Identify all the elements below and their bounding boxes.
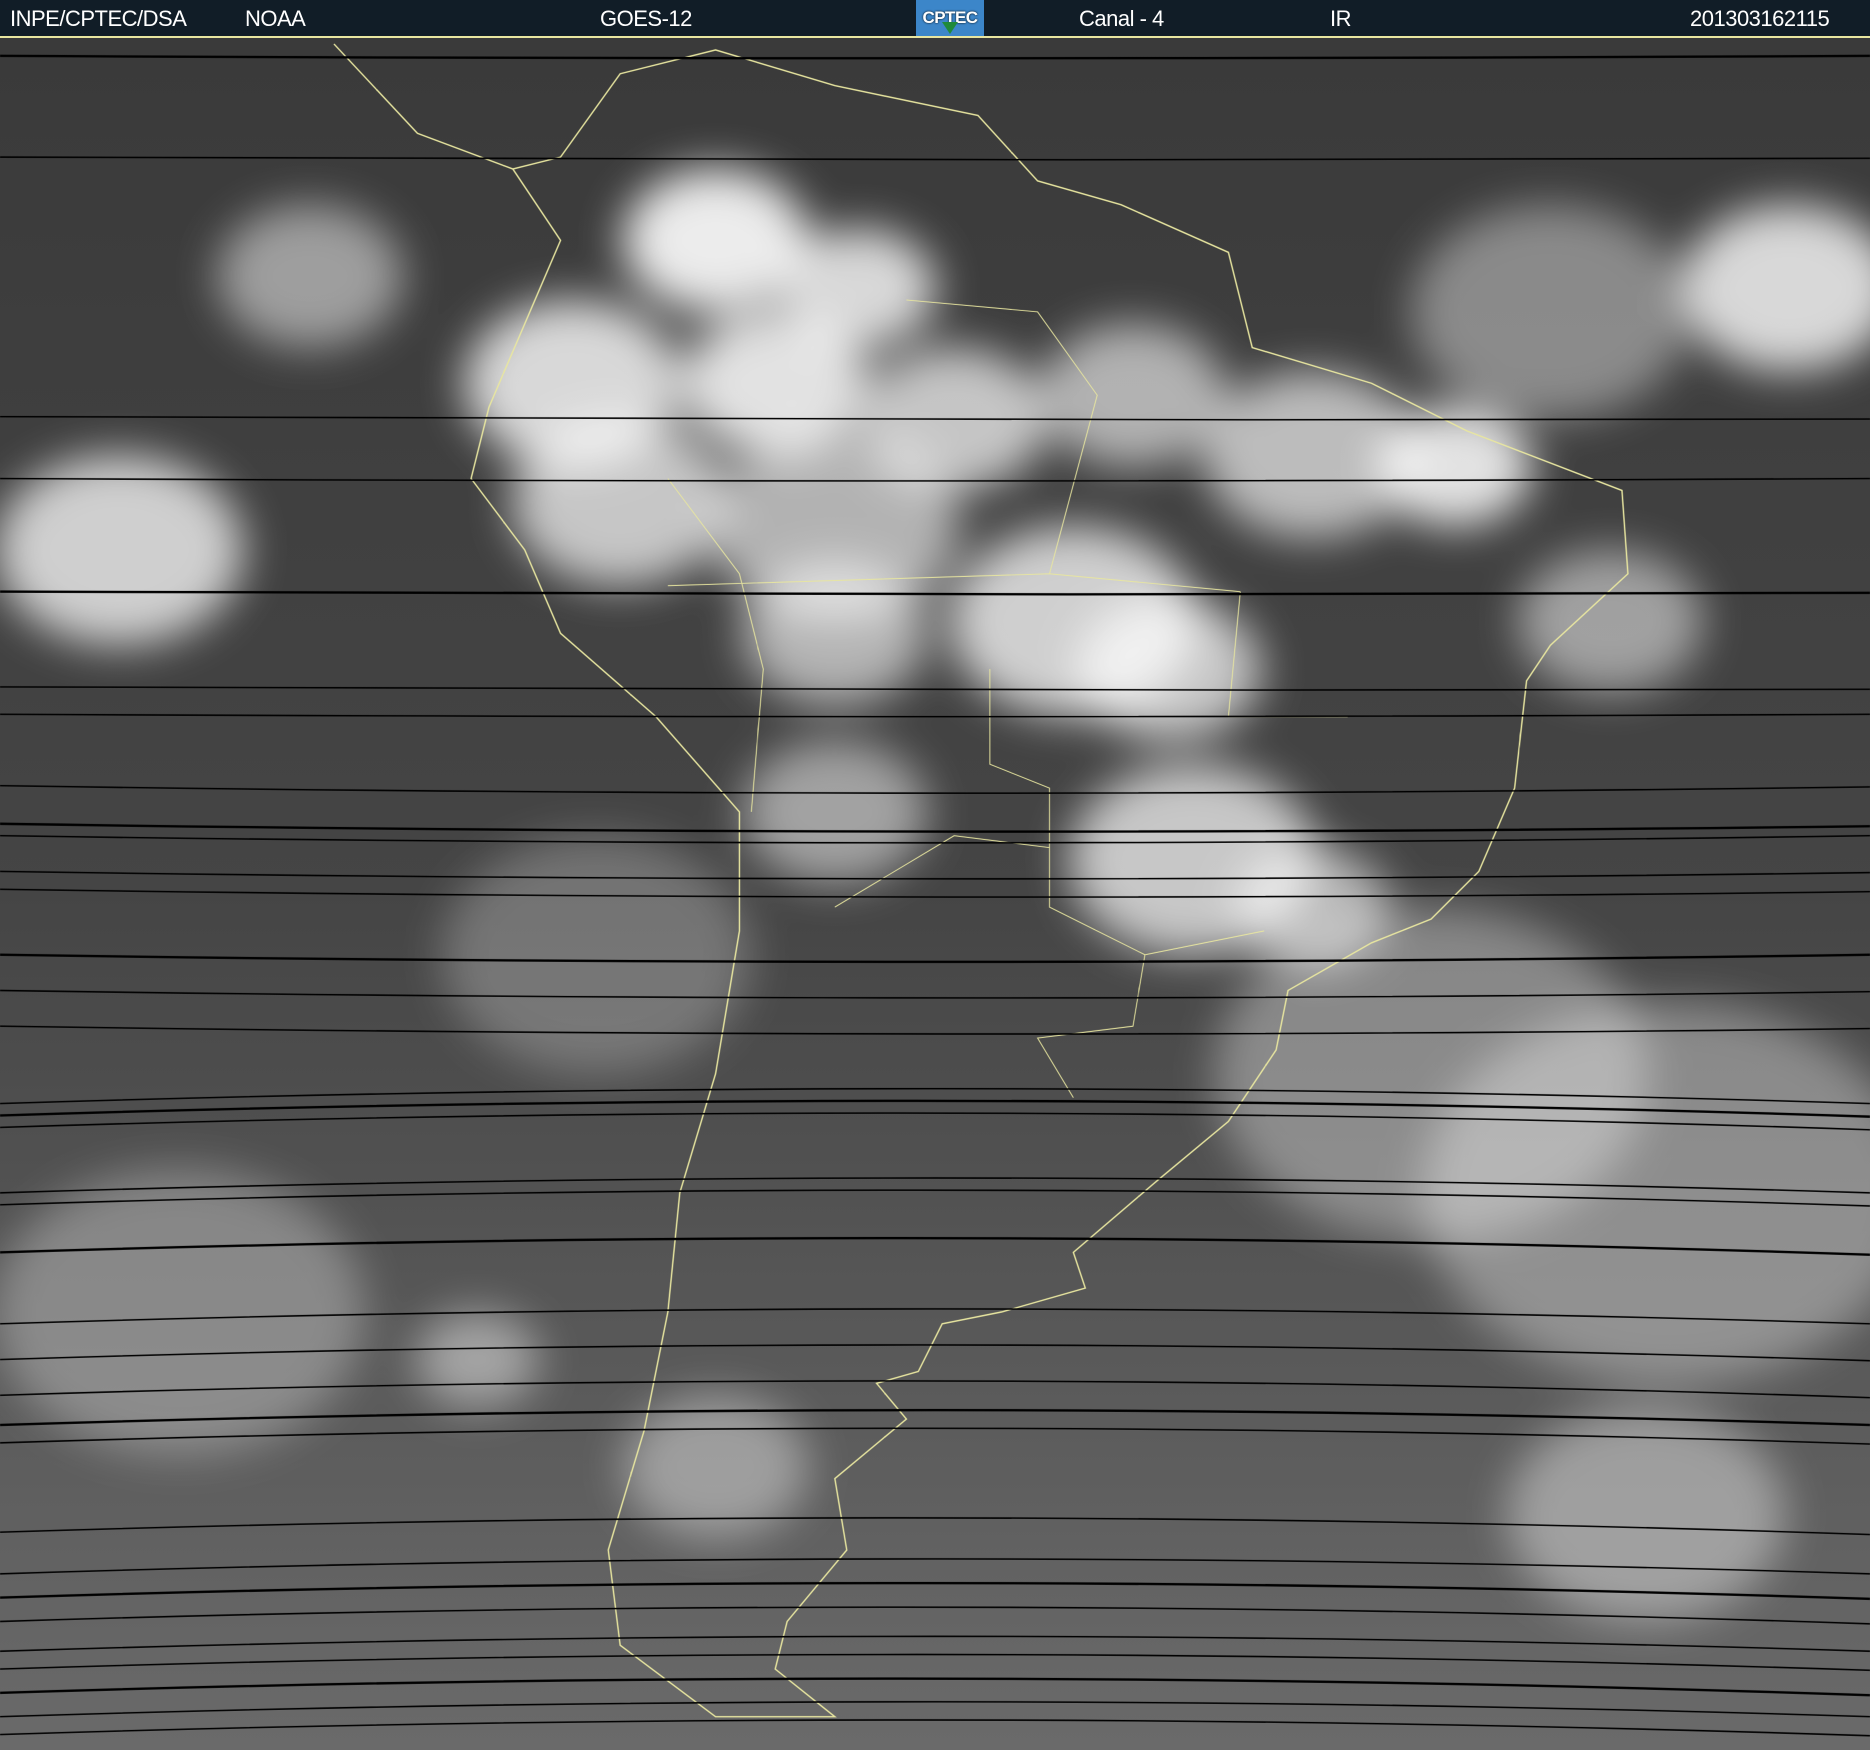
image-header: INPE/CPTEC/DSA NOAA GOES-12 CPTEC Canal …	[0, 0, 1870, 38]
satellite-label: GOES-12	[600, 6, 692, 31]
source-label: NOAA	[245, 6, 306, 31]
timestamp-label: 201303162115	[1690, 6, 1830, 31]
cloud-mass	[1039, 323, 1226, 467]
cloud-mass	[622, 168, 809, 312]
cloud-mass	[441, 835, 752, 1074]
cloud-mass	[415, 1311, 540, 1408]
cloud-mass	[1075, 597, 1262, 741]
satellite-ir-image	[0, 38, 1870, 1750]
cloud-mass	[622, 1395, 809, 1539]
cloud-mass	[1410, 204, 1690, 419]
cloud-mass	[1516, 549, 1704, 693]
cptec-logo: CPTEC	[916, 0, 984, 36]
cloud-mass	[217, 204, 404, 348]
cloud-mass	[511, 418, 729, 586]
cloud-mass	[0, 454, 244, 646]
cloud-mass	[741, 740, 928, 884]
agency-label: INPE/CPTEC/DSA	[10, 6, 187, 31]
cloud-mass	[741, 561, 928, 705]
band-label: IR	[1330, 6, 1352, 31]
channel-label: Canal - 4	[1079, 6, 1164, 31]
cloud-mass	[0, 1169, 365, 1455]
logo-triangle-icon	[942, 22, 958, 34]
